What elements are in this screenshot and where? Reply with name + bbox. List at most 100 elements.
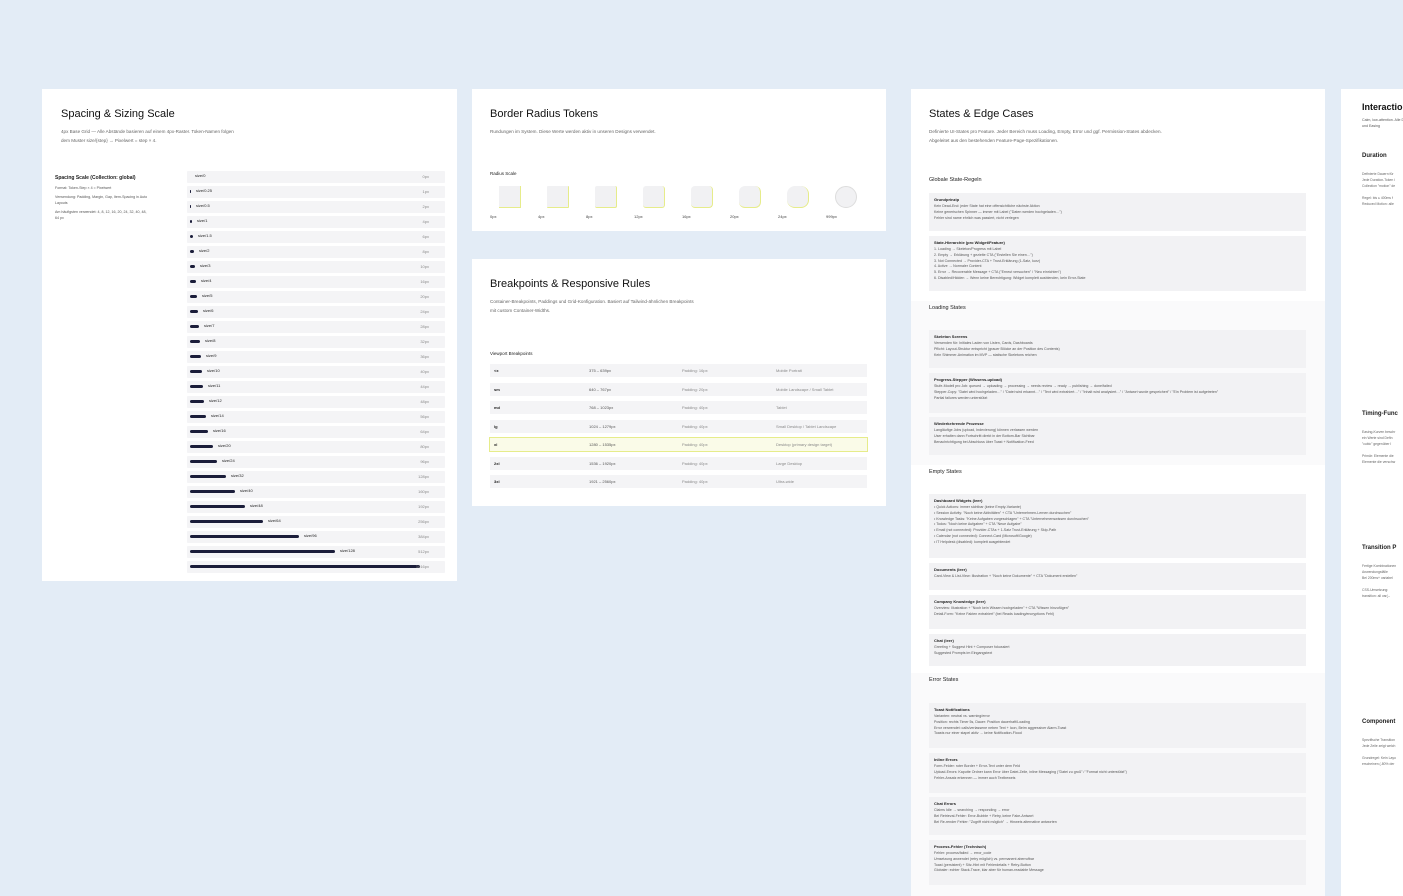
spacing-token-value: 80px [420,444,429,449]
state-block-body: Stufe-Modell pro Job: queued → uploading… [934,384,1219,400]
spacing-row: size/5 20px [187,291,445,303]
breakpoint-range: 1280 – 1535px [589,442,616,447]
radius-scale-label: Radius Scale [490,171,517,176]
state-block-body: Langläufige Jobs (upload, Indexierung) k… [934,428,1039,444]
state-block-body: Form-Felder: roter Border + Error-Text u… [934,764,1127,780]
spacing-token-name: size/40 [240,488,253,493]
card-description: Container-Breakpoints, Paddings und Grid… [490,299,694,313]
state-block: Company Knowledge (leer) Overview: Illust… [929,595,1306,629]
spacing-token-name: size/10 [207,368,220,373]
spacing-token-name: size/8 [205,338,216,343]
spacing-bar [190,460,217,463]
state-block-title: Chat (leer) [934,638,954,643]
section-title: Empty States [929,469,962,475]
radius-swatch [787,186,809,208]
breakpoint-range: 375 – 639px [589,368,612,373]
radius-swatch [499,186,521,208]
section-line: CSS-Umsetzung: [1362,588,1389,592]
section-line: Grundregel: Kein Layo [1362,756,1396,760]
spacing-token-value: 1016px [415,564,429,569]
spacing-row: size/14 56px [187,411,445,423]
spacing-row: 1016px [187,561,445,573]
spacing-token-value: 4px [422,219,429,224]
spacing-token-value: 32px [420,339,429,344]
spacing-row: size/10 40px [187,366,445,378]
spacing-token-value: 16px [420,279,429,284]
breakpoint-padding: Padding: 16px [682,368,708,373]
spacing-token-name: size/14 [211,413,224,418]
breakpoint-use: Small Desktop / Tablet Landscape [776,423,837,429]
breakpoint-name: md [494,405,500,410]
radius-label: 12px [634,214,643,219]
spacing-row: size/2 8px [187,246,445,258]
spacing-side-title: Spacing Scale (Collection: global) [55,175,136,181]
spacing-card: Spacing & Sizing Scale 4px Base Grid — A… [42,89,457,581]
card-description: Definierte UI-States pro Feature. Jeder … [929,129,1162,143]
state-block-title: Wiederkehrende Prozesse [934,421,984,426]
breakpoint-use: Ultra-wide [776,479,795,484]
radius-label: 999px [826,214,837,219]
radius-swatch [835,186,857,208]
breakpoint-use: Tablet [776,405,787,410]
spacing-bar [190,310,198,313]
state-block-body: Fehler: process/failed → error_code Umse… [934,851,1044,873]
state-block: Process-Fehler (Technisch) Fehler: proces… [929,840,1306,885]
radius-label: 16px [682,214,691,219]
spacing-bar [190,250,194,253]
breakpoint-padding: Padding: 40px [682,423,708,429]
spacing-row: size/3 10px [187,261,445,273]
spacing-token-name: size/1.5 [198,233,212,238]
spacing-token-value: 56px [420,414,429,419]
state-block-body: Greeting + Suggest Hint + Composer fokus… [934,645,1010,655]
spacing-bar [190,490,235,493]
section-line: Elemente die verschw [1362,460,1396,464]
spacing-bar [190,370,202,373]
section-line: Reduced Motion: alle [1362,202,1394,206]
spacing-bar [190,445,213,448]
spacing-token-value: 0px [422,174,429,179]
state-block: State-Hierarchie (pro Widget/Feature) 1. … [929,236,1306,291]
spacing-bar [190,205,191,208]
breakpoint-use: Desktop (primary design target) [776,442,833,447]
spacing-token-name: size/3 [200,263,211,268]
spacing-row: size/11 44px [187,381,445,393]
spacing-side-line: Am häufigsten verwendet: 4, 8, 12, 16, 2… [55,210,147,220]
spacing-token-value: 192px [418,504,429,509]
state-block-body: • Quick Actions: immer sichtbar (keine E… [934,505,1089,544]
breakpoint-padding: Padding: 40px [682,442,708,447]
interaction-card: Interactio Calm, low-attention. Alle Dur… [1341,89,1403,896]
spacing-token-name: size/12 [209,398,222,403]
spacing-row: size/0.25 1px [187,186,445,198]
spacing-token-value: 160px [418,489,429,494]
spacing-token-name: size/32 [231,473,244,478]
spacing-bar [190,235,193,238]
state-block-body: 1. Loading → Skeleton/Progress mit Label… [934,247,1086,280]
radius-label: 4px [538,214,545,219]
state-block-body: Verwenden für: Initiales Laden von Liste… [934,341,1060,357]
section-line: "cubic" gegenüber I [1362,442,1392,446]
breakpoint-use: Mobile Landscape / Small Tablet [776,386,834,392]
card-title: Spacing & Sizing Scale [61,108,175,120]
state-block: Grundprinzip Kein Dead-End: jeder State h… [929,193,1306,231]
spacing-row: size/0 0px [187,171,445,183]
spacing-row: size/9 36px [187,351,445,363]
spacing-row: size/1.5 6px [187,231,445,243]
spacing-row: size/0.5 2px [187,201,445,213]
spacing-token-value: 24px [420,309,429,314]
breakpoint-padding: Padding: 40px [682,460,708,466]
card-description: 4px Base Grid — Alle Abstände basieren a… [61,129,234,143]
spacing-row: size/128 512px [187,546,445,558]
section-title: Loading States [929,305,966,311]
spacing-token-name: size/128 [340,548,355,553]
section-line: Collection "motion" de [1362,184,1396,188]
spacing-row: size/6 24px [187,306,445,318]
spacing-row: size/20 80px [187,441,445,453]
section-line: transition: all var(-- [1362,594,1391,598]
state-block: Wiederkehrende Prozesse Langläufige Jobs … [929,417,1306,455]
section-line: Fertige Kombinationen [1362,564,1397,568]
section-title: Component [1362,719,1396,725]
spacing-token-value: 2px [422,204,429,209]
card-title: Border Radius Tokens [490,108,599,120]
spacing-token-value: 44px [420,384,429,389]
breakpoint-row: md 768 – 1023px Padding: 40px Tablet [490,401,867,414]
